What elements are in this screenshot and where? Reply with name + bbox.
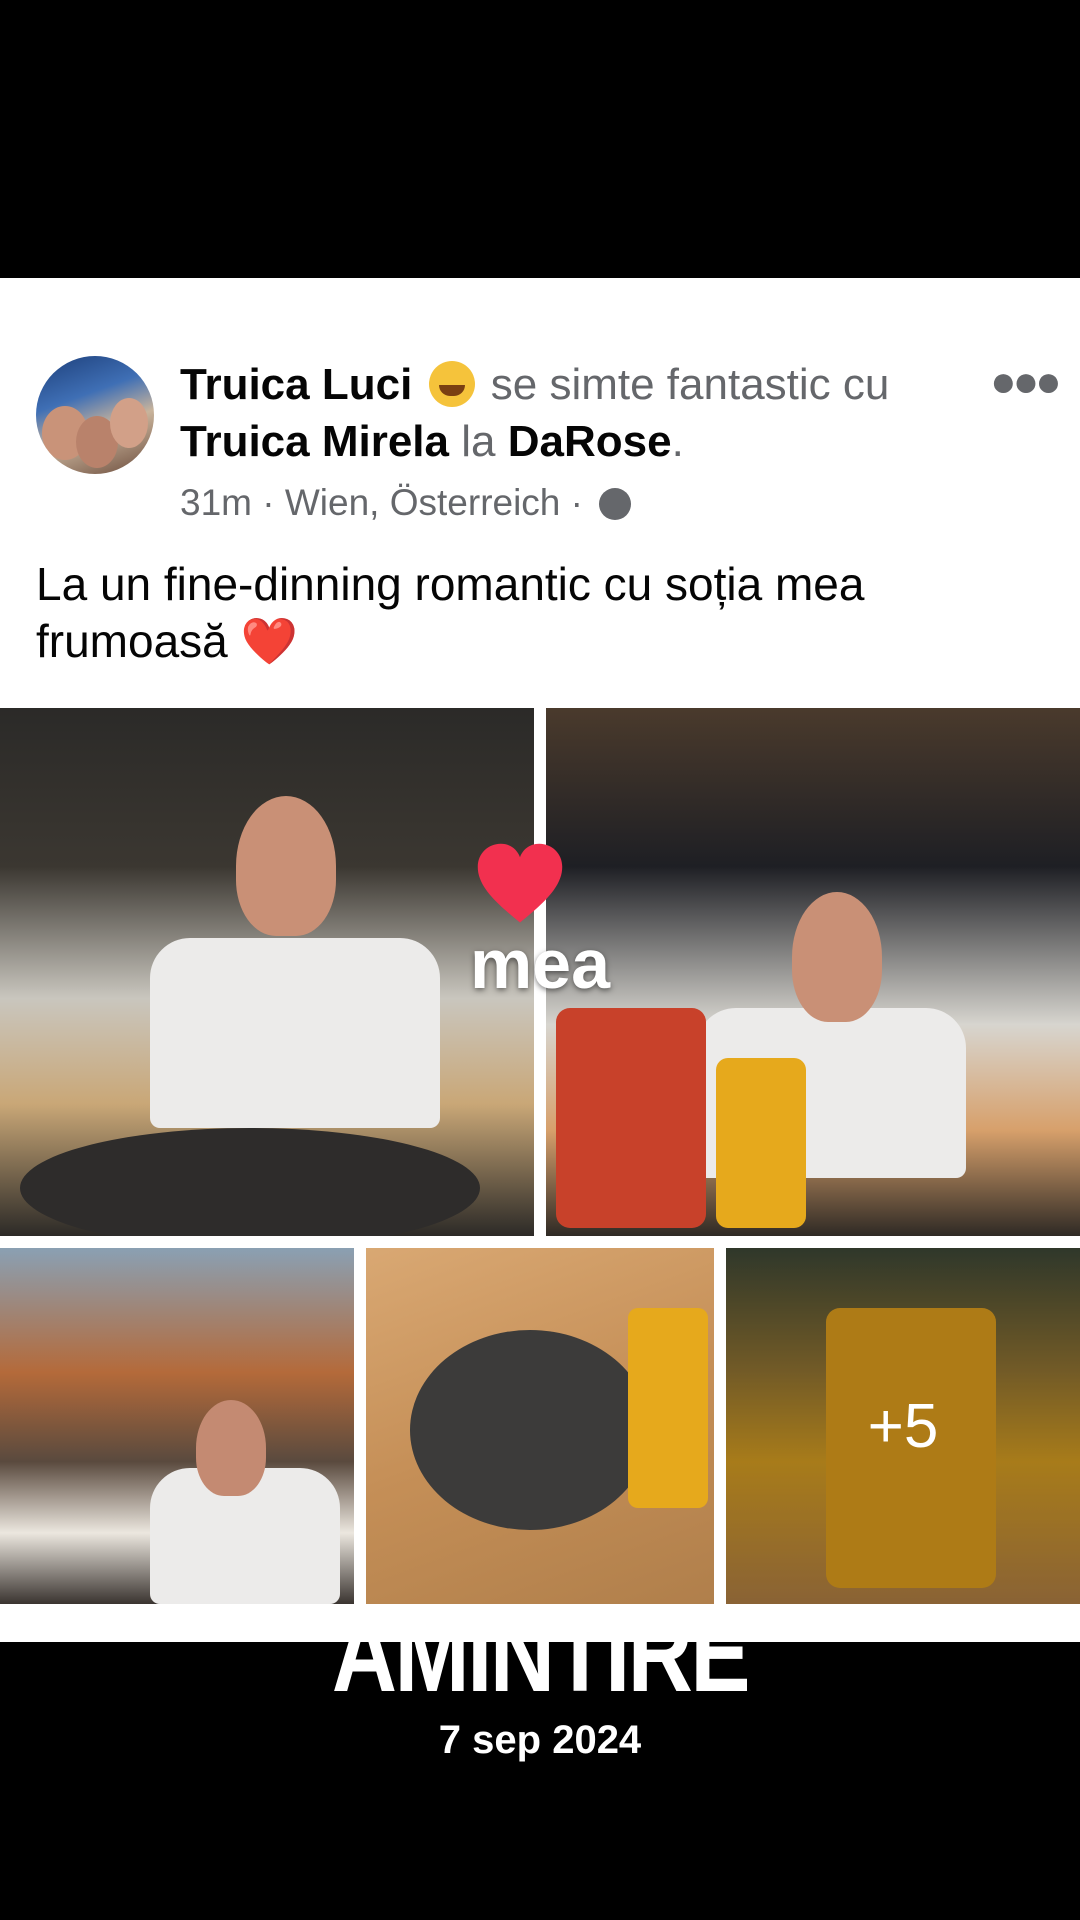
more-options-icon[interactable]: ●●● — [990, 357, 1062, 407]
photo-5[interactable]: +5 — [726, 1248, 1080, 1604]
memory-title: AMINTIRE — [331, 1592, 751, 1715]
post-header: Truica Luci se simte fantastic cu Truica… — [180, 356, 960, 470]
globe-icon — [599, 488, 632, 520]
tagged-user[interactable]: Truica Mirela — [180, 417, 449, 466]
photo-3[interactable] — [0, 1248, 354, 1604]
post-location[interactable]: Wien, Österreich — [285, 482, 561, 523]
separator: · — [262, 482, 275, 523]
caption-text: La un fine-dinning romantic cu soția mea… — [36, 558, 865, 667]
sticker-text: mea — [469, 925, 611, 1003]
post-time[interactable]: 31m — [180, 482, 252, 523]
more-photos-count: +5 — [867, 1391, 939, 1461]
photo-4[interactable] — [366, 1248, 714, 1604]
post-caption: La un fine-dinning romantic cu soția mea… — [36, 556, 1046, 670]
at-text: la — [461, 417, 496, 466]
heart-sticker-icon — [477, 843, 563, 923]
post-meta: 31m · Wien, Österreich · — [180, 482, 632, 524]
feeling-text: se simte fantastic cu — [490, 360, 890, 409]
grinning-face-icon — [428, 361, 475, 407]
separator: · — [570, 482, 583, 523]
period: . — [671, 417, 684, 466]
author-avatar[interactable] — [36, 356, 154, 474]
author-name[interactable]: Truica Luci — [180, 360, 412, 409]
memory-date: 7 sep 2024 — [438, 1718, 642, 1762]
heart-emoji: ❤️ — [240, 615, 298, 667]
place-name[interactable]: DaRose — [508, 417, 672, 466]
